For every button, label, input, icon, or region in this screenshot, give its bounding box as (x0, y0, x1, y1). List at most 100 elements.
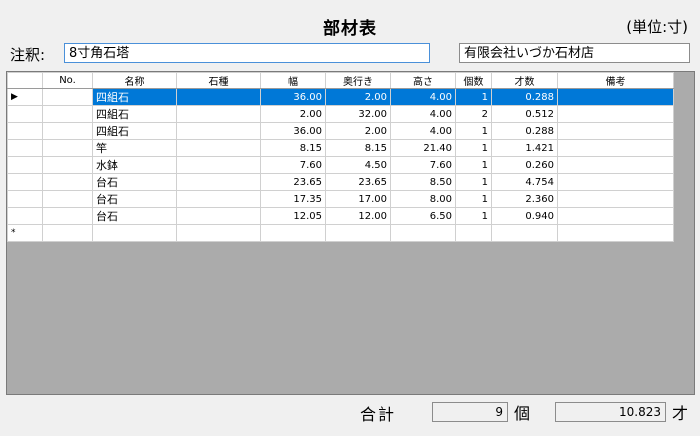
table-row[interactable]: 台石 12.05 12.00 6.50 1 0.940 (7, 207, 674, 225)
cell-count[interactable]: 1 (455, 190, 492, 208)
table-row[interactable]: ▶ 四組石 36.00 2.00 4.00 1 0.288 (7, 88, 674, 106)
cell-no[interactable] (42, 156, 93, 174)
cell-name[interactable]: 台石 (92, 207, 177, 225)
cell-name[interactable]: 水鉢 (92, 156, 177, 174)
column-header-note[interactable]: 備考 (557, 72, 674, 89)
cell-name[interactable]: 台石 (92, 190, 177, 208)
cell-stone[interactable] (176, 190, 261, 208)
row-indicator[interactable] (7, 122, 43, 140)
table-row[interactable]: 四組石 36.00 2.00 4.00 1 0.288 (7, 122, 674, 140)
cell-note[interactable] (557, 224, 674, 242)
cell-note[interactable] (557, 139, 674, 157)
cell-depth[interactable]: 8.15 (325, 139, 391, 157)
cell-sai[interactable]: 0.512 (491, 105, 558, 123)
row-indicator[interactable]: ▶ (7, 88, 43, 106)
table-row[interactable]: 竿 8.15 8.15 21.40 1 1.421 (7, 139, 674, 157)
cell-stone[interactable] (176, 139, 261, 157)
cell-note[interactable] (557, 190, 674, 208)
cell-sai[interactable] (491, 224, 558, 242)
table-row[interactable]: 水鉢 7.60 4.50 7.60 1 0.260 (7, 156, 674, 174)
note-input[interactable]: 8寸角石塔 (64, 43, 430, 63)
cell-depth[interactable]: 12.00 (325, 207, 391, 225)
cell-height[interactable]: 7.60 (390, 156, 456, 174)
cell-sai[interactable]: 4.754 (491, 173, 558, 191)
cell-height[interactable]: 4.00 (390, 88, 456, 106)
cell-count[interactable]: 2 (455, 105, 492, 123)
cell-stone[interactable] (176, 224, 261, 242)
row-indicator[interactable] (7, 190, 43, 208)
cell-stone[interactable] (176, 156, 261, 174)
cell-count[interactable]: 1 (455, 156, 492, 174)
cell-depth[interactable]: 4.50 (325, 156, 391, 174)
cell-width[interactable]: 7.60 (260, 156, 326, 174)
column-header-name[interactable]: 名称 (92, 72, 177, 89)
cell-stone[interactable] (176, 88, 261, 106)
cell-depth[interactable]: 2.00 (325, 122, 391, 140)
cell-no[interactable] (42, 88, 93, 106)
cell-width[interactable]: 2.00 (260, 105, 326, 123)
cell-name[interactable] (92, 224, 177, 242)
column-header-width[interactable]: 幅 (260, 72, 326, 89)
cell-width[interactable]: 36.00 (260, 122, 326, 140)
cell-height[interactable] (390, 224, 456, 242)
column-header-sai[interactable]: 才数 (491, 72, 558, 89)
cell-name[interactable]: 台石 (92, 173, 177, 191)
cell-depth[interactable]: 2.00 (325, 88, 391, 106)
column-header-count[interactable]: 個数 (455, 72, 492, 89)
column-header-selector[interactable] (7, 72, 43, 89)
cell-width[interactable]: 36.00 (260, 88, 326, 106)
cell-height[interactable]: 8.00 (390, 190, 456, 208)
cell-stone[interactable] (176, 173, 261, 191)
cell-note[interactable] (557, 156, 674, 174)
company-field[interactable]: 有限会社いづか石材店 (459, 43, 690, 63)
cell-note[interactable] (557, 122, 674, 140)
column-header-stone[interactable]: 石種 (176, 72, 261, 89)
table-row[interactable]: 台石 23.65 23.65 8.50 1 4.754 (7, 173, 674, 191)
cell-width[interactable] (260, 224, 326, 242)
cell-sai[interactable]: 0.260 (491, 156, 558, 174)
cell-name[interactable]: 四組石 (92, 105, 177, 123)
cell-no[interactable] (42, 207, 93, 225)
cell-no[interactable] (42, 122, 93, 140)
cell-width[interactable]: 12.05 (260, 207, 326, 225)
cell-width[interactable]: 8.15 (260, 139, 326, 157)
cell-count[interactable]: 1 (455, 173, 492, 191)
table-row[interactable]: 台石 17.35 17.00 8.00 1 2.360 (7, 190, 674, 208)
cell-no[interactable] (42, 139, 93, 157)
cell-no[interactable] (42, 190, 93, 208)
cell-no[interactable] (42, 224, 93, 242)
cell-sai[interactable]: 0.288 (491, 88, 558, 106)
cell-name[interactable]: 四組石 (92, 88, 177, 106)
cell-sai[interactable]: 0.940 (491, 207, 558, 225)
cell-stone[interactable] (176, 122, 261, 140)
cell-no[interactable] (42, 105, 93, 123)
cell-note[interactable] (557, 88, 674, 106)
row-indicator[interactable] (7, 156, 43, 174)
cell-height[interactable]: 21.40 (390, 139, 456, 157)
table-row[interactable]: 四組石 2.00 32.00 4.00 2 0.512 (7, 105, 674, 123)
cell-note[interactable] (557, 105, 674, 123)
column-header-height[interactable]: 高さ (390, 72, 456, 89)
row-indicator[interactable] (7, 207, 43, 225)
cell-width[interactable]: 23.65 (260, 173, 326, 191)
row-indicator[interactable] (7, 105, 43, 123)
cell-no[interactable] (42, 173, 93, 191)
cell-depth[interactable] (325, 224, 391, 242)
cell-count[interactable]: 1 (455, 139, 492, 157)
cell-sai[interactable]: 1.421 (491, 139, 558, 157)
cell-height[interactable]: 8.50 (390, 173, 456, 191)
cell-sai[interactable]: 0.288 (491, 122, 558, 140)
cell-depth[interactable]: 17.00 (325, 190, 391, 208)
cell-count[interactable]: 1 (455, 207, 492, 225)
cell-height[interactable]: 4.00 (390, 122, 456, 140)
cell-width[interactable]: 17.35 (260, 190, 326, 208)
cell-count[interactable]: 1 (455, 122, 492, 140)
cell-count[interactable] (455, 224, 492, 242)
cell-depth[interactable]: 32.00 (325, 105, 391, 123)
row-indicator[interactable] (7, 139, 43, 157)
cell-height[interactable]: 6.50 (390, 207, 456, 225)
cell-stone[interactable] (176, 105, 261, 123)
cell-count[interactable]: 1 (455, 88, 492, 106)
cell-name[interactable]: 四組石 (92, 122, 177, 140)
cell-depth[interactable]: 23.65 (325, 173, 391, 191)
